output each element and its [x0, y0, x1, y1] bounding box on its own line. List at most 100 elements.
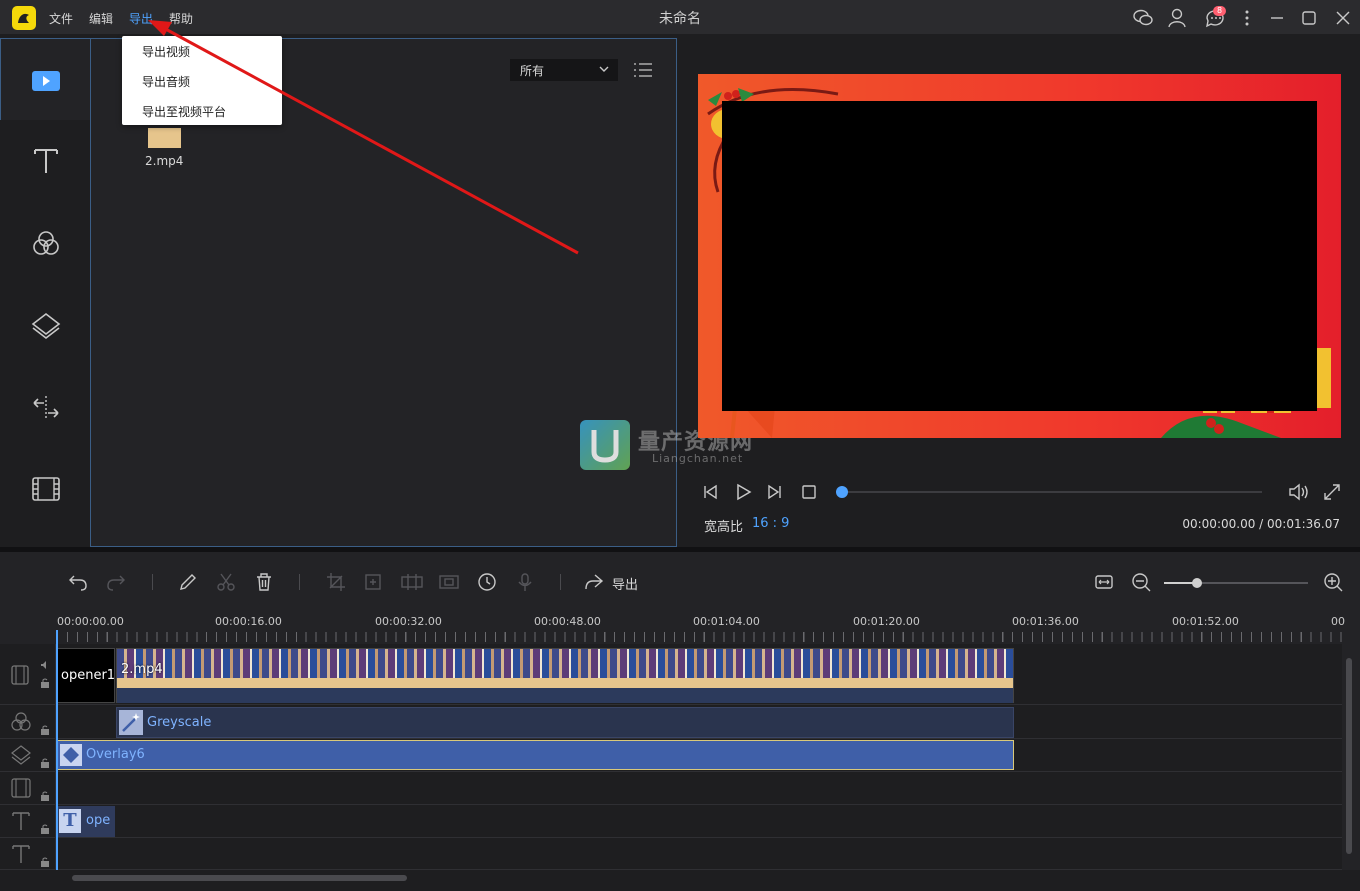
lock-icon[interactable] [40, 725, 50, 735]
track-row-pip [0, 772, 1342, 805]
ruler-label: 00:01:20.00 [853, 615, 920, 628]
export-button-label[interactable]: 导出 [612, 574, 638, 593]
menu-edit[interactable]: 编辑 [89, 10, 113, 27]
minimize-icon[interactable] [1266, 7, 1288, 29]
menu-item-export-platform[interactable]: 导出至视频平台 [142, 103, 226, 120]
text-track-icon [12, 845, 30, 863]
timeline-horizontal-scrollbar[interactable] [57, 870, 1342, 888]
playhead[interactable] [56, 630, 58, 870]
media-icon[interactable] [30, 64, 62, 96]
text-icon[interactable] [30, 144, 62, 176]
ruler-label: 00:01:04.00 [693, 615, 760, 628]
aspect-ratio-label: 宽高比 [704, 520, 744, 535]
next-frame-icon[interactable] [765, 483, 783, 501]
delete-icon[interactable] [254, 572, 274, 592]
ruler-label: 00:00:32.00 [375, 615, 442, 628]
media-filter-value: 所有 [520, 64, 545, 78]
speed-clock-icon[interactable] [477, 572, 497, 592]
menu-item-export-audio[interactable]: 导出音频 [142, 73, 190, 90]
track-row-text-2 [0, 838, 1342, 870]
transition-icon[interactable] [30, 392, 62, 424]
lock-icon[interactable] [40, 824, 50, 834]
overlay-track-icon [11, 745, 31, 765]
overlay-icon[interactable] [30, 310, 62, 342]
cut-icon[interactable] [216, 572, 236, 592]
chevron-down-icon [599, 66, 609, 72]
media-thumbnail[interactable] [148, 128, 181, 148]
previous-frame-icon[interactable] [702, 483, 720, 501]
app-logo [12, 6, 36, 30]
ruler-ticks [57, 632, 1342, 642]
export-icon[interactable] [583, 572, 605, 592]
playback-progress-track[interactable] [842, 491, 1262, 493]
watermark-logo [580, 420, 630, 470]
playback-progress-knob[interactable] [836, 486, 848, 498]
lock-icon[interactable] [40, 791, 50, 801]
toolbar-separator [152, 574, 153, 590]
mosaic-icon[interactable] [400, 572, 424, 592]
menu-help[interactable]: 帮助 [169, 10, 193, 27]
zoom-in-icon[interactable] [1323, 572, 1343, 592]
stop-icon[interactable] [800, 483, 818, 501]
volume-small-icon[interactable] [40, 660, 50, 670]
lock-icon[interactable] [40, 857, 50, 867]
vertical-scroll-thumb[interactable] [1346, 658, 1352, 854]
more-icon[interactable] [1236, 7, 1258, 29]
menu-file[interactable]: 文件 [49, 10, 73, 27]
zoom-region-icon[interactable] [363, 572, 383, 592]
audio-waveform [117, 688, 1013, 703]
media-file-name[interactable]: 2.mp4 [145, 154, 183, 168]
toolbar-separator [560, 574, 561, 590]
watermark-sub: Liangchan.net [652, 452, 744, 465]
edit-pencil-icon[interactable] [178, 572, 198, 592]
freeze-frame-icon[interactable] [438, 572, 460, 592]
magic-wand-icon [119, 710, 143, 735]
close-icon[interactable] [1332, 7, 1354, 29]
microphone-icon[interactable] [516, 572, 534, 592]
clip-text[interactable]: T ope [57, 806, 115, 837]
user-icon[interactable] [1166, 7, 1188, 29]
time-readout: 00:00:00.00 / 00:01:36.07 [1182, 517, 1340, 531]
timeline-vertical-scrollbar[interactable] [1342, 644, 1360, 870]
fit-timeline-icon[interactable] [1094, 572, 1114, 592]
window-title: 未命名 [659, 11, 701, 27]
clip-filter[interactable]: Greyscale [116, 707, 1014, 738]
lock-icon[interactable] [40, 758, 50, 768]
overlay-diamond-icon [60, 744, 82, 766]
zoom-slider-knob[interactable] [1192, 578, 1202, 588]
aspect-ratio-value[interactable]: 16 : 9 [752, 516, 789, 531]
menu-item-export-video[interactable]: 导出视频 [142, 43, 190, 60]
preview-video-area[interactable] [722, 101, 1317, 411]
wechat-icon[interactable] [1132, 7, 1154, 29]
redo-icon[interactable] [106, 572, 126, 592]
filter-track-icon [11, 712, 31, 731]
play-icon[interactable] [734, 483, 752, 501]
clip-video-label: 2.mp4 [121, 662, 163, 677]
clip-overlay-label: Overlay6 [86, 747, 145, 762]
film-track-icon [11, 778, 31, 798]
maximize-icon[interactable] [1298, 7, 1320, 29]
clip-filter-label: Greyscale [147, 715, 212, 730]
clip-video[interactable]: 2.mp4 [116, 648, 1014, 703]
ruler-label: 00:00:16.00 [215, 615, 282, 628]
film-icon[interactable] [30, 473, 62, 505]
clip-opener[interactable]: opener1 [57, 648, 115, 703]
text-track-icon [12, 812, 30, 830]
crop-icon[interactable] [326, 572, 346, 592]
menu-export[interactable]: 导出 [129, 10, 153, 27]
volume-icon[interactable] [1288, 483, 1310, 501]
zoom-out-icon[interactable] [1131, 572, 1151, 592]
list-view-icon[interactable] [634, 62, 652, 78]
fullscreen-icon[interactable] [1323, 483, 1341, 501]
lock-icon[interactable] [40, 678, 50, 688]
total-time: 00:01:36.07 [1267, 517, 1340, 531]
media-filter-select[interactable]: 所有 [510, 59, 618, 81]
horizontal-scroll-thumb[interactable] [72, 875, 407, 881]
clip-opener-label: opener1 [61, 668, 116, 683]
clip-text-label: ope [86, 813, 111, 828]
timeline-toolbar [0, 552, 1360, 610]
ruler-label: 00:00:48.00 [534, 615, 601, 628]
clip-overlay[interactable]: Overlay6 [57, 740, 1014, 770]
undo-icon[interactable] [68, 572, 88, 592]
filter-icon[interactable] [30, 228, 62, 260]
